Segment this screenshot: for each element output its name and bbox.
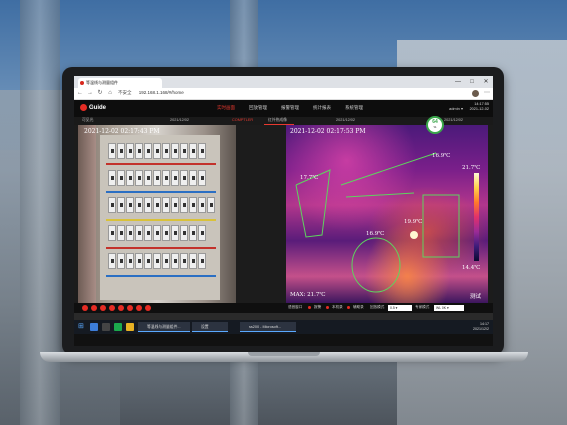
wechat-icon[interactable] [114, 323, 122, 331]
scale-min-label: 14.4℃ [462, 265, 481, 271]
app-logo: Guide [80, 104, 106, 111]
mode-select[interactable]: 0.5 ▾ [388, 305, 412, 311]
control-toolbar: 语音窗口 报警 本机录 辅助录 回放模式 0.5 ▾ 专家模式 WL 0K ▾ [74, 303, 493, 313]
cabinet-door [78, 125, 96, 303]
record-button[interactable] [82, 305, 88, 311]
breaker-row [108, 170, 206, 186]
line-measurement [345, 192, 415, 198]
taskbar-app-settings[interactable]: 设置 [192, 322, 228, 332]
toolbar-label: 专家模式 [415, 305, 430, 309]
hotspot-marker [410, 231, 418, 239]
app-header: Guide 实时画面 回放管理 报警管理 统计报表 系统管理 admin ▾ 1… [74, 100, 493, 117]
windows-start-icon[interactable]: ⊞ [78, 323, 84, 330]
close-window-button[interactable]: ✕ [479, 76, 493, 88]
visible-timestamp: 2021-12-02 02:17:43 PM [84, 128, 160, 135]
url-text: 192.168.1.168/#/home [138, 90, 184, 95]
windows-taskbar: ⊞ 等温线与测量组件... 设置 ss200 - Microsoft... 14… [74, 320, 493, 334]
thermal-camera-view[interactable]: 2021-12-02 02:17:53 PM 16.9℃ 17.7℃ 19.9℃… [286, 125, 488, 303]
menu-statistics[interactable]: 统计报表 [313, 105, 331, 111]
temp-label: 16.9℃ [366, 231, 385, 237]
menu-realtime[interactable]: 实时画面 [217, 105, 235, 111]
temp-label: 17.7℃ [300, 175, 319, 181]
sub-label-date: 2021/12/02 [170, 118, 190, 122]
breaker-row [108, 253, 206, 269]
url-warning: 不安全 [118, 90, 132, 95]
rect-region [422, 194, 460, 258]
page-footer-area [74, 313, 493, 320]
expert-select[interactable]: WL 0K ▾ [434, 305, 464, 311]
minimize-button[interactable]: — [451, 76, 465, 88]
logo-mark-icon [80, 104, 87, 111]
wire-red [106, 163, 216, 165]
status-dot [308, 306, 311, 309]
toolbar-label: 辅助录 [353, 305, 364, 309]
menu-alarm[interactable]: 报警管理 [281, 105, 299, 111]
address-bar: ← → ↻ ⌂ 不安全 192.168.1.168/#/home ⋯ [74, 88, 493, 100]
file-explorer-icon[interactable] [126, 323, 134, 331]
status-dot [347, 306, 350, 309]
breaker-row [108, 197, 215, 213]
reload-icon[interactable]: ↻ [96, 89, 104, 98]
sub-label-date: 2021/12/02 [444, 118, 464, 122]
toolbar-label: 报警 [314, 305, 322, 309]
header-clock: 14:17:55 2021-12-02 [469, 102, 489, 111]
breaker-row [108, 225, 206, 241]
sub-label-visible: 可见光 [82, 118, 94, 122]
line-measurement [340, 152, 437, 186]
laptop-screen: 等温线与测量组件 — □ ✕ ← → ↻ ⌂ 不安全 192.168.1.168… [74, 76, 493, 346]
temp-label: 19.9℃ [404, 219, 423, 225]
max-temp-label: MAX: 21.7℃ [290, 292, 326, 298]
wire-red [106, 247, 216, 249]
maximize-button[interactable]: □ [465, 76, 479, 88]
task-view-icon[interactable] [102, 323, 110, 331]
wire-yellow [106, 219, 216, 221]
menu-system[interactable]: 系统管理 [345, 105, 363, 111]
toolbar-label: 本机录 [332, 305, 343, 309]
back-icon[interactable]: ← [76, 89, 84, 98]
zoom-out-button[interactable] [109, 305, 115, 311]
temp-label: 16.9℃ [432, 153, 451, 159]
taskbar-app-word[interactable]: ss200 - Microsoft... [240, 322, 296, 332]
temperature-color-scale [474, 173, 479, 261]
talk-button[interactable] [145, 305, 151, 311]
breaker-row [108, 143, 206, 159]
browser-tab-bar: 等温线与测量组件 — □ ✕ [74, 76, 493, 88]
snapshot-button[interactable] [91, 305, 97, 311]
forward-icon[interactable]: → [86, 89, 94, 98]
zoom-in-button[interactable] [100, 305, 106, 311]
menu-playback[interactable]: 回放管理 [249, 105, 267, 111]
system-tray-clock[interactable]: 14:17 2021/12/2 [473, 322, 489, 332]
test-label: 测试 [470, 294, 482, 300]
settings-button[interactable] [136, 305, 142, 311]
ellipse-region [351, 237, 401, 293]
wire-blue [106, 275, 216, 277]
toolbar-label: 回放模式 [370, 305, 385, 309]
focus-button[interactable] [118, 305, 124, 311]
site-favicon-icon [80, 81, 84, 85]
home-icon[interactable]: ⌂ [106, 89, 114, 98]
wire-blue [106, 191, 216, 193]
scale-max-label: 21.7℃ [462, 165, 481, 171]
more-menu-icon[interactable]: ⋯ [483, 89, 491, 98]
sub-label-thermal[interactable]: 红外热成像 [268, 118, 287, 123]
screen-bezel-bottom [74, 334, 493, 346]
sub-label-device[interactable]: COMPTLER [232, 118, 253, 122]
search-icon[interactable] [90, 323, 98, 331]
browser-tab-title: 等温线与测量组件 [86, 80, 118, 85]
profile-avatar[interactable] [472, 90, 479, 97]
laptop-notch [248, 352, 320, 356]
toolbar-label: 语音窗口 [288, 305, 303, 309]
fullscreen-button[interactable] [127, 305, 133, 311]
browser-tab[interactable]: 等温线与测量组件 [78, 78, 162, 88]
status-dot [326, 306, 329, 309]
url-field[interactable]: 不安全 192.168.1.168/#/home [118, 90, 184, 96]
sub-label-date: 2021/12/02 [336, 118, 356, 122]
taskbar-app-browser[interactable]: 等温线与测量组件... [138, 322, 190, 332]
battery-indicator: 64% [426, 116, 444, 134]
user-menu[interactable]: admin ▾ [449, 106, 463, 111]
visible-camera-view[interactable]: 2021-12-02 02:17:43 PM [78, 125, 236, 303]
isotherm-overlay [295, 152, 460, 293]
